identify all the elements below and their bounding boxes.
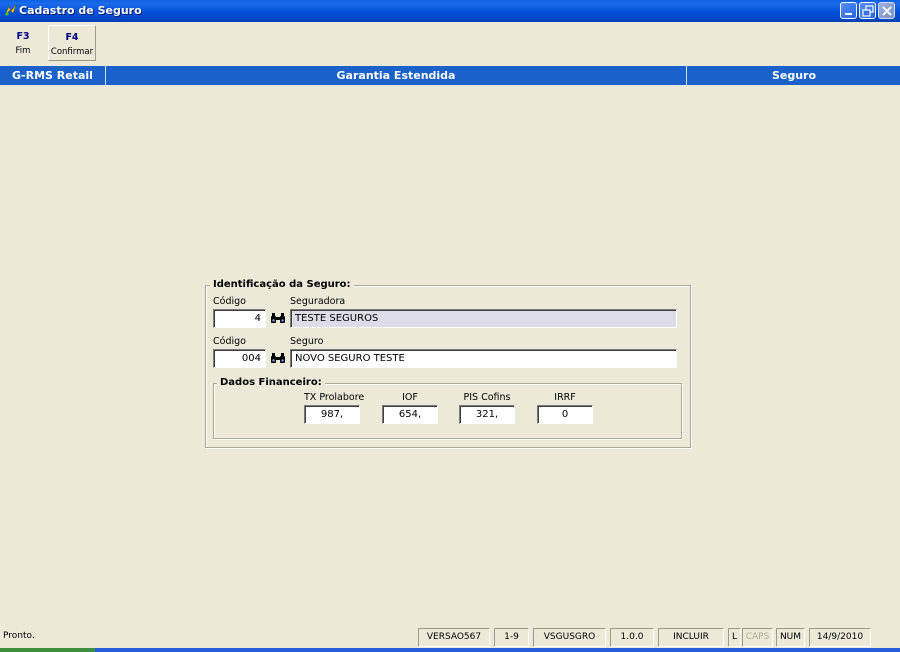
status-program: VSGUSGRO	[533, 628, 606, 647]
header-strip: G-RMS Retail Garantia Estendida Seguro	[0, 66, 900, 85]
status-bar: Pronto. VERSAO567 1-9 VSGUSGRO 1.0.0 INC…	[0, 627, 900, 648]
fim-key: F3	[16, 31, 30, 42]
seguradora-name-label: Seguradora	[290, 296, 346, 307]
status-date: 14/9/2010	[809, 628, 871, 647]
header-screen: Seguro	[771, 69, 817, 82]
confirmar-button[interactable]: F4 Confirmar	[48, 25, 96, 61]
status-mode: INCLUIR	[658, 628, 724, 647]
status-version: VERSAO567	[418, 628, 490, 647]
restore-button[interactable]	[859, 2, 876, 19]
seguradora-code-label: Código	[213, 296, 246, 307]
minimize-icon	[845, 13, 852, 15]
irrf-label: IRRF	[554, 392, 576, 403]
iof-input[interactable]: 654,	[382, 405, 438, 424]
window-title: Cadastro de Seguro	[19, 4, 142, 17]
status-num: NUM	[776, 628, 805, 647]
tx-prolabore-label: TX Prolabore	[304, 392, 365, 403]
confirmar-key: F4	[65, 32, 79, 43]
taskbar-edge	[0, 648, 900, 652]
fim-label: Fim	[15, 46, 31, 56]
seguro-name-input[interactable]: NOVO SEGURO TESTE	[290, 349, 677, 368]
close-button[interactable]	[878, 2, 895, 19]
financeiro-group	[213, 383, 682, 439]
irrf-input[interactable]: 0	[537, 405, 593, 424]
seguro-lookup-button[interactable]	[269, 349, 287, 367]
restore-icon	[862, 5, 874, 17]
seguradora-name-field: TESTE SEGUROS	[290, 309, 677, 328]
pis-cofins-label: PIS Cofins	[463, 392, 511, 403]
toolbar: F3 Fim F4 Confirmar	[0, 22, 900, 64]
binoculars-icon	[271, 313, 285, 323]
status-message: Pronto.	[3, 631, 35, 641]
seguro-code-input[interactable]: 004	[213, 349, 266, 368]
seguro-code-label: Código	[213, 336, 246, 347]
status-caps: CAPS	[742, 628, 773, 647]
financeiro-group-title: Dados Financeiro:	[217, 377, 325, 388]
identificacao-group-title: Identificação da Seguro:	[210, 279, 354, 290]
status-lock: L	[728, 628, 741, 647]
iof-label: IOF	[402, 392, 418, 403]
title-bar[interactable]: Cadastro de Seguro	[0, 0, 900, 22]
binoculars-icon	[271, 353, 285, 363]
fim-button[interactable]: F3 Fim	[4, 25, 42, 61]
tx-prolabore-input[interactable]: 987,	[304, 405, 360, 424]
header-module: Garantia Estendida	[336, 69, 456, 82]
seguradora-code-input[interactable]: 4	[213, 309, 266, 328]
seguro-name-label: Seguro	[290, 336, 324, 347]
app-icon	[4, 4, 17, 17]
pis-cofins-input[interactable]: 321,	[459, 405, 515, 424]
status-range: 1-9	[494, 628, 529, 647]
header-product: G-RMS Retail	[12, 69, 93, 82]
start-button-edge	[0, 648, 95, 652]
seguradora-lookup-button[interactable]	[269, 309, 287, 327]
close-icon	[882, 6, 892, 16]
header-divider	[686, 66, 687, 85]
status-release: 1.0.0	[610, 628, 654, 647]
minimize-button[interactable]	[840, 2, 857, 19]
confirmar-label: Confirmar	[50, 47, 94, 57]
